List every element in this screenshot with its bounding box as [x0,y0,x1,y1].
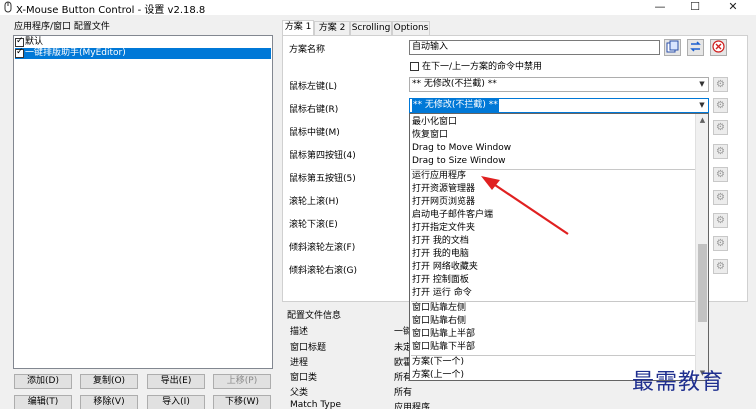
wheel-up-label: 滚轮上滚(H) [289,197,339,207]
info-key-window-title: 窗口标题 [290,343,327,353]
minimize-button[interactable]: — [645,0,675,15]
scrollbar-thumb[interactable] [698,243,707,322]
disable-in-scheme-cycle[interactable]: 在下一/上一方案的命令中禁用 [410,59,542,72]
profile-label: 一键排版助手(MyEditor) [25,48,126,58]
remove-profile-button[interactable]: 移除(V) [80,395,138,409]
button4-gear-icon[interactable]: ⚙ [713,144,728,159]
move-up-button[interactable]: 上移(P) [213,374,271,389]
chevron-down-icon: ▼ [699,80,705,88]
chevron-down-icon: ▼ [699,101,705,109]
title-bar: X-Mouse Button Control - 设置 v2.18.8 — ☐ … [0,0,756,16]
close-window-button[interactable]: ✕ [718,0,748,15]
profile-item-default[interactable]: 默认 [15,36,271,48]
tilt-right-label: 倾斜滚轮右滚(G) [289,266,357,276]
info-key-description: 描述 [290,327,309,337]
right-button-select[interactable]: ** 无修改(不拦截) ** ▼ [409,98,709,113]
profile-info-title: 配置文件信息 [287,311,342,321]
copy-scheme-icon[interactable] [664,39,681,56]
profile-checkbox[interactable] [15,36,24,47]
tab-scheme-2[interactable]: 方案 2 [314,21,350,36]
watermark: 最需教育 [632,370,725,395]
profile-item-myeditor[interactable]: 一键排版助手(MyEditor) [15,47,271,59]
dropdown-item-snap-left[interactable]: 窗口贴靠左侧 [412,302,466,315]
dropdown-item-favorites[interactable]: 打开 网络收藏夹 [412,261,478,274]
middle-button-gear-icon[interactable]: ⚙ [713,120,728,135]
profiles-list[interactable]: 默认 一键排版助手(MyEditor) [13,35,273,369]
dropdown-item-snap-top[interactable]: 窗口贴靠上半部 [412,328,475,341]
import-profile-button[interactable]: 导入(I) [147,395,205,409]
wheel-down-label: 滚轮下滚(E) [289,220,338,230]
scroll-up-icon[interactable]: ▲ [696,114,708,127]
mouse-app-icon [4,1,12,13]
dropdown-item-prev-scheme[interactable]: 方案(上一个) [412,369,464,380]
info-key-window-class: 窗口类 [290,373,318,383]
left-button-select[interactable]: ** 无修改(不拦截) ** ▼ [409,77,709,92]
right-button-gear-icon[interactable]: ⚙ [713,98,728,113]
profile-label: 默认 [25,37,44,47]
dropdown-item-open-browser[interactable]: 打开网页浏览器 [412,196,475,209]
action-dropdown-list[interactable]: 最小化窗口 恢复窗口 Drag to Move Window Drag to S… [409,113,709,381]
left-button-value: ** 无修改(不拦截) ** [412,79,497,89]
info-key-parent-class: 父类 [290,388,309,398]
left-button-label: 鼠标左键(L) [289,82,338,92]
dropdown-item-next-scheme[interactable]: 方案(下一个) [412,356,464,369]
dropdown-item-email-client[interactable]: 启动电子邮件客户端 [412,209,493,222]
dropdown-item-restore-window[interactable]: 恢复窗口 [412,129,448,142]
copy-profile-button[interactable]: 复制(O) [80,374,138,389]
tab-scheme-1[interactable]: 方案 1 [282,20,314,36]
dropdown-item-minimize-window[interactable]: 最小化窗口 [412,116,457,129]
dropdown-item-open-explorer[interactable]: 打开资源管理器 [412,183,475,196]
info-key-process: 进程 [290,358,309,368]
info-value-parent-class: 所有 [394,388,413,398]
dropdown-item-run-application[interactable]: 运行应用程序 [412,170,466,183]
dropdown-item-my-computer[interactable]: 打开 我的电脑 [412,248,469,261]
dropdown-item-drag-move[interactable]: Drag to Move Window [412,142,511,155]
profiles-label: 应用程序/窗口 配置文件 [14,22,110,32]
scheme-name-input[interactable]: 自动输入 [409,40,660,55]
dropdown-item-control-panel[interactable]: 打开 控制面板 [412,274,469,287]
scheme-name-label: 方案名称 [289,45,326,55]
maximize-button[interactable]: ☐ [680,0,710,15]
dropdown-item-open-folder[interactable]: 打开指定文件夹 [412,222,475,235]
disable-in-scheme-label: 在下一/上一方案的命令中禁用 [422,62,543,72]
export-profile-button[interactable]: 导出(E) [147,374,205,389]
button4-label: 鼠标第四按钮(4) [289,151,356,161]
info-value-match-type: 应用程序 [394,403,431,409]
tab-scrolling[interactable]: Scrolling [350,21,392,36]
add-profile-button[interactable]: 添加(D) [14,374,72,389]
swap-scheme-icon[interactable] [687,39,704,56]
info-key-match-type: Match Type [290,400,341,409]
profile-checkbox[interactable] [15,47,24,58]
tilt-right-gear-icon[interactable]: ⚙ [713,259,728,274]
right-button-label: 鼠标右键(R) [289,105,339,115]
button5-label: 鼠标第五按钮(5) [289,174,356,184]
dropdown-scrollbar[interactable]: ▲ ▼ [695,114,708,380]
dropdown-item-snap-right[interactable]: 窗口贴靠右侧 [412,315,466,328]
dropdown-item-drag-size[interactable]: Drag to Size Window [412,155,505,168]
left-button-gear-icon[interactable]: ⚙ [713,77,728,92]
dropdown-item-snap-bottom[interactable]: 窗口贴靠下半部 [412,341,475,354]
clear-scheme-icon[interactable] [710,39,727,56]
button5-gear-icon[interactable]: ⚙ [713,167,728,182]
right-button-value: ** 无修改(不拦截) ** [412,99,499,112]
tab-options[interactable]: Options [392,21,430,36]
middle-button-label: 鼠标中键(M) [289,128,340,138]
dropdown-item-my-documents[interactable]: 打开 我的文档 [412,235,469,248]
tilt-left-gear-icon[interactable]: ⚙ [713,236,728,251]
wheel-up-gear-icon[interactable]: ⚙ [713,190,728,205]
move-down-button[interactable]: 下移(W) [213,395,271,409]
wheel-down-gear-icon[interactable]: ⚙ [713,213,728,228]
window-title: X-Mouse Button Control - 设置 v2.18.8 [16,5,206,16]
edit-profile-button[interactable]: 编辑(T) [14,395,72,409]
disable-in-scheme-checkbox[interactable] [410,62,419,71]
dropdown-item-run-command[interactable]: 打开 运行 命令 [412,287,472,300]
tilt-left-label: 倾斜滚轮左滚(F) [289,243,356,253]
